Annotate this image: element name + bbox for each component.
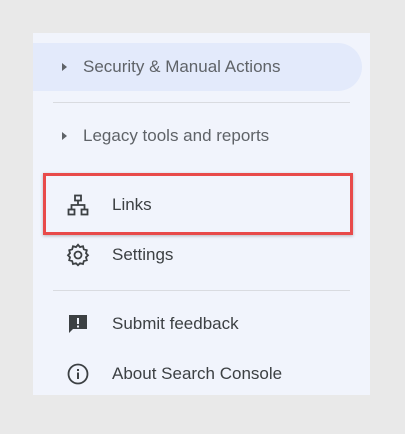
caret-right-icon [62, 63, 67, 71]
sidebar-item-label: Links [112, 195, 152, 214]
caret-right-icon [62, 132, 67, 140]
sidebar-item-submit-feedback[interactable]: Submit feedback [33, 300, 370, 348]
info-icon [66, 362, 90, 386]
sidebar-item-legacy-tools[interactable]: Legacy tools and reports [33, 112, 370, 160]
sidebar-item-label: Submit feedback [112, 314, 239, 333]
sidebar-item-security-manual-actions[interactable]: Security & Manual Actions [33, 43, 362, 91]
sitemap-icon [66, 193, 90, 217]
sidebar-item-settings[interactable]: Settings [33, 231, 370, 279]
feedback-icon [66, 312, 90, 336]
sidebar-panel: Security & Manual Actions Legacy tools a… [33, 33, 370, 395]
sidebar-item-label: Security & Manual Actions [83, 57, 281, 76]
sidebar-item-label: Settings [112, 245, 174, 264]
sidebar-item-label: Legacy tools and reports [83, 126, 270, 145]
divider [53, 102, 350, 103]
sidebar-item-about[interactable]: About Search Console [33, 350, 370, 395]
sidebar-item-label: About Search Console [112, 364, 283, 383]
gear-icon [66, 243, 90, 267]
divider [53, 290, 350, 291]
sidebar-item-links[interactable]: Links [33, 181, 370, 229]
